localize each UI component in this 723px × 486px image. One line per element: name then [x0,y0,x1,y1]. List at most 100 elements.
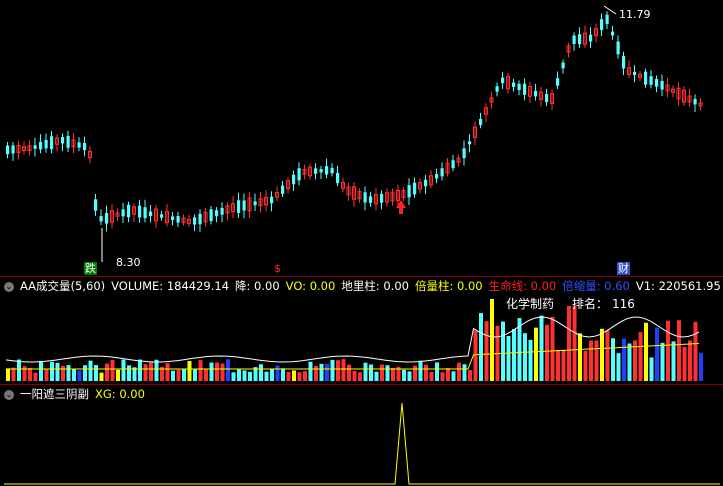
volume-bar [363,362,368,381]
candle-body [121,209,125,217]
signal-indicator-header: ⌄ 一阳遮三阴副 XG: 0.00 [4,387,151,401]
candle-body [193,217,197,225]
xg-value: XG: 0.00 [95,387,145,401]
marker-finance: 财 [617,262,630,275]
volume-bar [578,333,582,381]
volume-bar [616,353,621,381]
volume-bar [545,324,549,381]
volume-bar [55,362,60,381]
candle-body [44,139,48,149]
rank-value: 116 [612,297,635,311]
volume-bar [699,352,703,381]
candle-body [220,207,224,215]
volume-bar [534,327,538,381]
volume-bar [303,371,307,381]
collapse-icon[interactable]: ⌄ [4,389,14,400]
candle-body [435,174,439,179]
volume-indicator-header: ⌄ AA成交量(5,60) VOLUME: 184429.14 降: 0.00 VO: … [4,279,723,293]
candle-body [512,82,516,88]
candle-body [314,168,318,174]
volume-bar [649,357,654,381]
candle-body [363,192,367,203]
volume-bar [523,333,527,381]
candle-body [572,35,576,44]
volume-bar [308,361,313,381]
volume-bar [462,364,467,381]
volume-indicator-panel[interactable]: ⌄ AA成交量(5,60) VOLUME: 184429.14 降: 0.00 VO: … [0,277,723,384]
volume-bar [440,372,445,381]
candle-body [534,90,538,97]
volume-bar [594,340,599,381]
collapse-icon[interactable]: ⌄ [4,281,14,292]
volume-bar [473,330,478,381]
volume-bar [352,370,357,381]
volume-bar [198,360,203,381]
volume-bar [468,370,472,381]
volume-bar [380,364,384,381]
candlestick-chart[interactable] [0,0,723,276]
candle-body [66,135,70,148]
volume-bar [567,306,571,381]
volume-bar [506,336,511,381]
candle-body [6,145,10,155]
volume-bar [264,371,269,381]
candle-body [297,168,301,181]
candle-body [105,213,109,224]
candle-body [523,83,527,95]
volume-bar [605,330,610,381]
candle-body [424,179,428,187]
candle-body [545,94,549,102]
volume-field: 降: 0.00 [235,279,280,293]
candle-body [198,213,202,225]
volume-bar [286,371,291,381]
volume-bar [176,369,181,381]
candle-body [270,196,274,204]
volume-bar [226,359,230,381]
candle-body [292,174,296,185]
candle-body [127,204,131,218]
volume-bar [127,365,131,381]
volume-bar [611,338,615,381]
volume-bar [231,372,236,381]
candle-body [33,145,37,149]
candle-body [501,77,505,84]
volume-bar [242,370,247,381]
candle-body [325,166,329,175]
volume-field: 地里柱: 0.00 [341,279,409,293]
volume-bar [17,359,21,381]
volume-bar [94,365,98,381]
volume-bar [435,362,439,381]
volume-bar [50,361,54,381]
candle-body [693,99,697,105]
volume-bar [270,369,274,381]
volume-bar [418,360,423,381]
candle-body [561,62,565,69]
volume-bar [193,369,197,381]
candle-body [633,71,637,75]
volume-bar [319,363,324,381]
volume-bar [83,365,87,381]
sector-label: 化学制药 [506,297,555,311]
price-chart-panel[interactable]: 11.79 8.30 跌 $ 财 [0,0,723,276]
volume-bar [187,361,192,381]
candle-body [451,160,455,169]
volume-bar [182,368,186,381]
volume-bar [391,367,395,381]
volume-bar [336,360,340,381]
high-price-label: 11.79 [619,8,651,21]
volume-indicator-name[interactable]: AA成交量(5,60) [20,279,105,293]
volume-field: VO: 0.00 [285,279,336,293]
signal-line [4,402,720,485]
candle-body [11,145,15,154]
volume-bar [138,359,142,381]
volume-bar [369,364,373,381]
volume-bar [407,371,412,381]
signal-indicator-name[interactable]: 一阳遮三阴副 [20,387,89,401]
candle-body [616,41,620,55]
volume-bar-chart[interactable] [0,277,723,384]
high-pointer-line [603,5,617,15]
volume-bar [22,366,27,381]
candle-body [380,193,384,203]
signal-indicator-panel[interactable]: ⌄ 一阳遮三阴副 XG: 0.00 [0,385,723,486]
candle-body [138,205,142,218]
